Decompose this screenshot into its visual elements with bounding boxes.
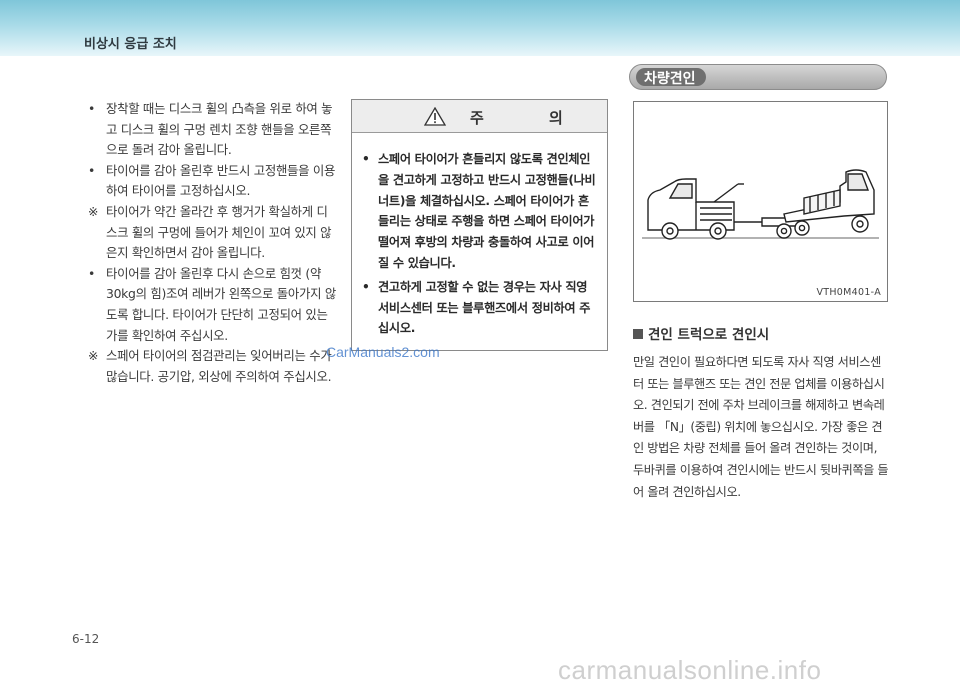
towing-paragraph: 만일 견인이 필요하다면 되도록 자사 직영 서비스센터 또는 블루핸즈 또는 … bbox=[633, 355, 889, 499]
bullet-mark: • bbox=[362, 279, 370, 294]
list-item-text: 타이어가 약간 올라간 후 행거가 확실하게 디스크 휠의 구멍에 들어가 체인… bbox=[106, 203, 332, 261]
caution-item: • 스페어 타이어가 흔들리지 않도록 견인체인을 견고하게 고정하고 반드시 고… bbox=[362, 149, 599, 274]
watermark-footer: carmanualsonline.info bbox=[558, 655, 822, 685]
list-item: ※ 타이어가 약간 올라간 후 행거가 확실하게 디스크 휠의 구멍에 들어가 체… bbox=[88, 202, 338, 264]
list-item: ※ 스페어 타이어의 점검관리는 잊어버리는 수가 많습니다. 공기압, 외상에 … bbox=[88, 346, 338, 387]
section-title: 비상시 응급 조치 bbox=[84, 37, 177, 52]
figure-code: VTH0M401-A bbox=[816, 287, 881, 298]
caution-box: 주 의 • 스페어 타이어가 흔들리지 않도록 견인체인을 견고하게 고정하고 반… bbox=[351, 99, 608, 351]
section-pill-label: 차량견인 bbox=[644, 71, 696, 87]
list-item: • 타이어를 감아 올린후 다시 손으로 힘껏 (약 30kg의 힘)조여 레버가… bbox=[88, 264, 338, 346]
caution-title: 주 의 bbox=[470, 109, 593, 127]
watermark-overlay: CarManuals2.com bbox=[326, 344, 440, 360]
list-item-text: 타이어를 감아 올린후 반드시 고정핸들을 이용하여 타이어를 고정하십시오. bbox=[106, 162, 336, 199]
bullet-mark: • bbox=[362, 152, 370, 166]
caution-body: • 스페어 타이어가 흔들리지 않도록 견인체인을 견고하게 고정하고 반드시 고… bbox=[352, 133, 607, 339]
caution-header: 주 의 bbox=[352, 100, 607, 133]
left-column: • 장착할 때는 디스크 휠의 凸측을 위로 하여 놓고 디스크 휠의 구멍 렌치… bbox=[88, 99, 338, 387]
list-item: • 타이어를 감아 올린후 반드시 고정핸들을 이용하여 타이어를 고정하십시오. bbox=[88, 161, 338, 202]
bullet-mark: • bbox=[88, 162, 96, 178]
list-item-text: 장착할 때는 디스크 휠의 凸측을 위로 하여 놓고 디스크 휠의 구멍 렌치 … bbox=[106, 101, 333, 158]
warning-triangle-icon bbox=[424, 107, 446, 126]
square-bullet-icon bbox=[633, 329, 643, 339]
tow-truck-icon bbox=[642, 169, 879, 240]
list-item-text: 스페어 타이어의 점검관리는 잊어버리는 수가 많습니다. 공기압, 외상에 주… bbox=[106, 348, 332, 384]
subheading-text: 견인 트럭으로 견인시 bbox=[648, 327, 770, 343]
caution-item-text: 견고하게 고정할 수 없는 경우는 자사 직영 서비스센터 또는 블루핸즈에서 … bbox=[378, 279, 591, 336]
list-item: • 장착할 때는 디스크 휠의 凸측을 위로 하여 놓고 디스크 휠의 구멍 렌치… bbox=[88, 99, 338, 161]
header-band: 비상시 응급 조치 bbox=[0, 0, 960, 56]
reference-mark: ※ bbox=[88, 203, 99, 219]
section-pill: 차량견인 bbox=[629, 64, 887, 90]
reference-mark: ※ bbox=[88, 348, 99, 364]
caution-item-text: 스페어 타이어가 흔들리지 않도록 견인체인을 견고하게 고정하고 반드시 고정… bbox=[378, 152, 596, 270]
bullet-mark: • bbox=[88, 101, 96, 116]
bullet-mark: • bbox=[88, 265, 96, 281]
subheading: 견인 트럭으로 견인시 bbox=[633, 323, 769, 343]
list-item-text: 타이어를 감아 올린후 다시 손으로 힘껏 (약 30kg의 힘)조여 레버가 … bbox=[106, 265, 336, 343]
towing-illustration: VTH0M401-A bbox=[633, 101, 888, 302]
caution-item: • 견고하게 고정할 수 없는 경우는 자사 직영 서비스센터 또는 블루핸즈에서… bbox=[362, 277, 599, 339]
page-number: 6-12 bbox=[72, 632, 100, 646]
